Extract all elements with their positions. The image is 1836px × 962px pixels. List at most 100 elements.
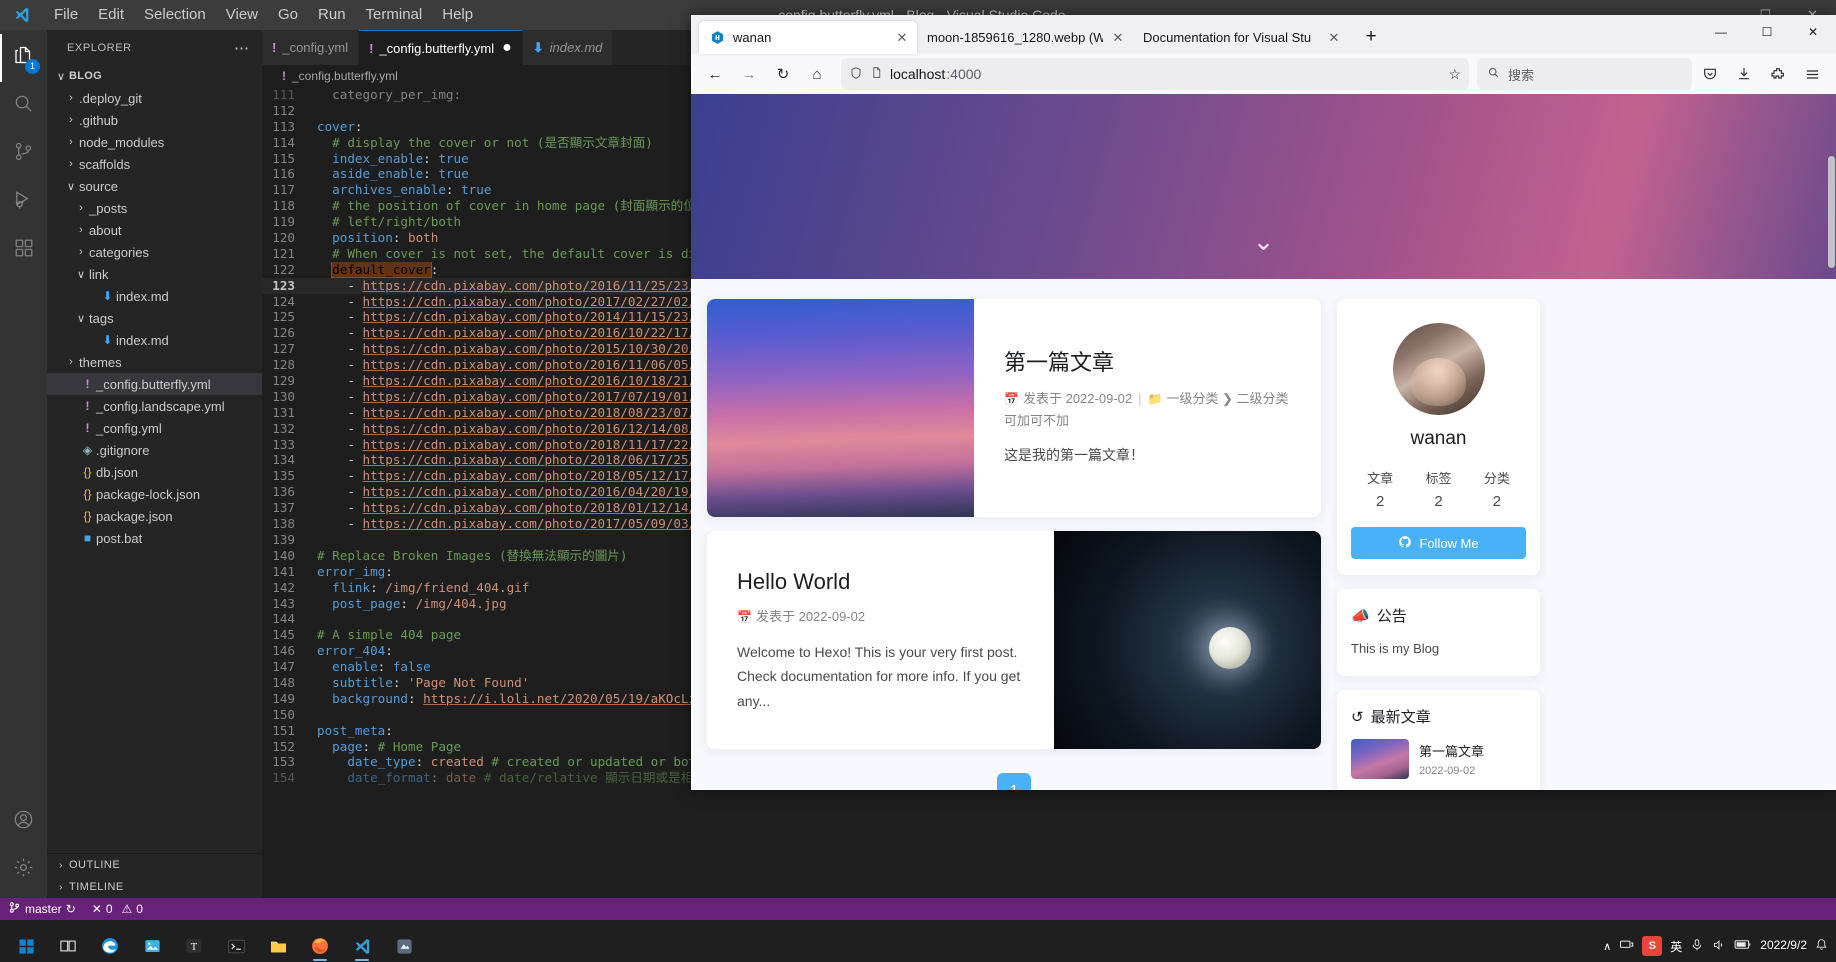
- unsaved-indicator-icon[interactable]: ●: [502, 40, 512, 56]
- tree-item-categories[interactable]: › categories: [47, 241, 262, 263]
- tree-item--config-landscape-yml[interactable]: ! _config.landscape.yml: [47, 395, 262, 417]
- task-view-button[interactable]: [48, 930, 88, 962]
- app-icon[interactable]: [384, 930, 424, 962]
- microphone-icon[interactable]: [1690, 938, 1704, 955]
- tree-item--deploy-git[interactable]: › .deploy_git: [47, 87, 262, 109]
- explorer-more-actions-icon[interactable]: ⋯: [234, 39, 250, 57]
- scrollbar-thumb[interactable]: [1828, 156, 1835, 268]
- bookmark-icon[interactable]: ☆: [1448, 66, 1461, 83]
- menu-go[interactable]: Go: [268, 0, 308, 30]
- post-title[interactable]: 第一篇文章: [1004, 348, 1291, 378]
- browser-tab-vscode-docs[interactable]: Documentation for Visual Stu ✕: [1133, 21, 1349, 54]
- avatar[interactable]: [1392, 323, 1485, 415]
- file-tree[interactable]: ∨ BLOG › .deploy_git › .github › node_modules…: [47, 65, 262, 853]
- terminal-icon[interactable]: [216, 930, 256, 962]
- tree-item-node-modules[interactable]: › node_modules: [47, 131, 262, 153]
- shield-icon[interactable]: [849, 66, 863, 83]
- menu-edit[interactable]: Edit: [88, 0, 134, 30]
- post-cover-image[interactable]: [1054, 531, 1321, 749]
- tree-item--config-yml[interactable]: ! _config.yml: [47, 417, 262, 439]
- menu-view[interactable]: View: [216, 0, 268, 30]
- recent-post-title[interactable]: 第一篇文章: [1419, 741, 1484, 760]
- stat-tags[interactable]: 标签 2: [1425, 468, 1451, 510]
- close-icon[interactable]: ✕: [895, 30, 909, 46]
- tree-item-themes[interactable]: › themes: [47, 351, 262, 373]
- activitybar-source-control[interactable]: [0, 130, 47, 178]
- notifications-icon[interactable]: [1815, 938, 1828, 954]
- menu-terminal[interactable]: Terminal: [356, 0, 433, 30]
- follow-me-button[interactable]: Follow Me: [1351, 527, 1526, 559]
- activitybar-explorer[interactable]: 1: [0, 34, 47, 82]
- stat-articles[interactable]: 文章 2: [1367, 468, 1393, 510]
- tree-item-about[interactable]: › about: [47, 219, 262, 241]
- clock[interactable]: 2022/9/2: [1760, 938, 1807, 953]
- tray-expand-icon[interactable]: ∧: [1603, 940, 1611, 953]
- tree-item--config-butterfly-yml[interactable]: ! _config.butterfly.yml: [47, 373, 262, 395]
- tree-item-source[interactable]: ∨ source: [47, 175, 262, 197]
- tree-item--gitignore[interactable]: ◈ .gitignore: [47, 439, 262, 461]
- menu-selection[interactable]: Selection: [134, 0, 216, 30]
- firefox-icon[interactable]: [300, 930, 340, 962]
- tree-item-package-json[interactable]: {} package.json: [47, 505, 262, 527]
- tree-item-tags[interactable]: ∨ tags: [47, 307, 262, 329]
- battery-icon[interactable]: [1734, 938, 1752, 954]
- recent-post-item[interactable]: 第一篇文章 2022-09-02: [1351, 739, 1526, 780]
- back-button[interactable]: ←: [699, 58, 731, 90]
- activitybar-extensions[interactable]: [0, 226, 47, 274]
- editor-tab-config-yml[interactable]: ! _config.yml: [262, 30, 360, 65]
- firefox-maximize-button[interactable]: ☐: [1744, 15, 1790, 49]
- speaker-icon[interactable]: [1712, 938, 1726, 955]
- post-card[interactable]: Hello World 📅 发表于 2022-09-02 Welcome to H…: [707, 531, 1321, 749]
- firefox-close-button[interactable]: ✕: [1790, 15, 1836, 49]
- start-button[interactable]: [6, 930, 46, 962]
- scroll-down-icon[interactable]: ⌄: [1253, 226, 1275, 257]
- edge-icon[interactable]: [90, 930, 130, 962]
- tree-item-package-lock-json[interactable]: {} package-lock.json: [47, 483, 262, 505]
- download-icon[interactable]: [1728, 58, 1760, 90]
- tree-item-post-bat[interactable]: ■ post.bat: [47, 527, 262, 549]
- page-scrollbar[interactable]: [1827, 94, 1836, 790]
- tree-item-db-json[interactable]: {} db.json: [47, 461, 262, 483]
- network-icon[interactable]: [1619, 937, 1634, 955]
- tree-item--github[interactable]: › .github: [47, 109, 262, 131]
- tree-item--posts[interactable]: › _posts: [47, 197, 262, 219]
- search-bar[interactable]: 搜索: [1477, 58, 1692, 90]
- photos-icon[interactable]: [132, 930, 172, 962]
- folder-icon[interactable]: [258, 930, 298, 962]
- ime-badge[interactable]: S: [1642, 936, 1663, 956]
- activitybar-accounts[interactable]: [0, 798, 47, 846]
- close-icon[interactable]: ✕: [1327, 30, 1341, 46]
- ime-label[interactable]: 英: [1670, 938, 1682, 955]
- activitybar-run-debug[interactable]: [0, 178, 47, 226]
- address-bar[interactable]: localhost :4000 ☆: [841, 58, 1469, 90]
- tree-root-blog[interactable]: ∨ BLOG: [47, 65, 262, 87]
- firefox-window-controls[interactable]: — ☐ ✕: [1698, 15, 1836, 49]
- vscode-menubar[interactable]: File Edit Selection View Go Run Terminal…: [44, 0, 483, 30]
- menu-help[interactable]: Help: [432, 0, 483, 30]
- stat-categories[interactable]: 分类 2: [1484, 468, 1510, 510]
- forward-button[interactable]: →: [733, 58, 765, 90]
- post-cover-image[interactable]: [707, 299, 974, 517]
- menu-run[interactable]: Run: [308, 0, 356, 30]
- pocket-icon[interactable]: [1694, 58, 1726, 90]
- text-icon[interactable]: T: [174, 930, 214, 962]
- close-icon[interactable]: ✕: [1111, 30, 1125, 46]
- statusbar-branch[interactable]: master ↻: [0, 898, 84, 920]
- statusbar-problems[interactable]: ✕ 0 ⚠ 0: [84, 898, 151, 920]
- tree-item-scaffolds[interactable]: › scaffolds: [47, 153, 262, 175]
- browser-tab-moon-webp[interactable]: moon-1859616_1280.webp (WE ✕: [917, 21, 1133, 54]
- tree-item-index-md[interactable]: ⬇ index.md: [47, 329, 262, 351]
- reload-button[interactable]: ↻: [767, 58, 799, 90]
- panel-outline[interactable]: › OUTLINE: [47, 854, 262, 876]
- activitybar-settings[interactable]: [0, 846, 47, 894]
- home-button[interactable]: ⌂: [801, 58, 833, 90]
- panel-timeline[interactable]: › TIMELINE: [47, 876, 262, 898]
- menu-file[interactable]: File: [44, 0, 88, 30]
- post-card[interactable]: 第一篇文章 📅 发表于 2022-09-02 | 📁 一级分类 ❯ 二级分类可加可不加 …: [707, 299, 1321, 517]
- post-title[interactable]: Hello World: [737, 567, 1024, 597]
- activitybar-search[interactable]: [0, 82, 47, 130]
- new-tab-button[interactable]: +: [1355, 21, 1387, 53]
- tree-item-link[interactable]: ∨ link: [47, 263, 262, 285]
- sync-icon[interactable]: ↻: [66, 902, 76, 916]
- browser-tab-wanan[interactable]: wanan ✕: [699, 21, 917, 54]
